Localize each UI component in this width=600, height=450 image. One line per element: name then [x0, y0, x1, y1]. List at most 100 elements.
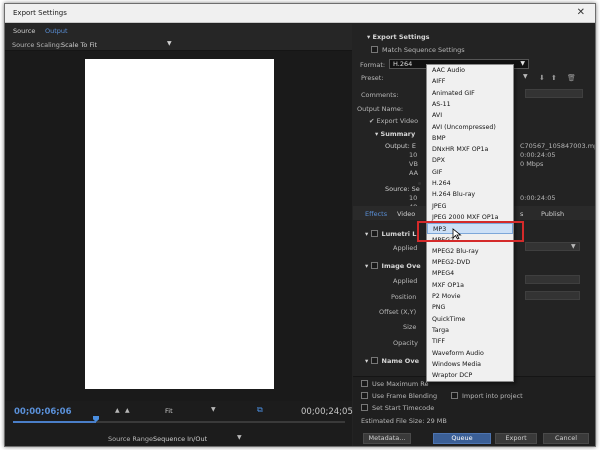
- output-name-label: Output Name:: [357, 105, 404, 113]
- image-overlay-section[interactable]: ▾ Image Ove: [365, 262, 421, 270]
- size-label: Size: [403, 323, 417, 331]
- current-timecode[interactable]: 00;00;06;06: [14, 407, 72, 417]
- menu-item[interactable]: MPEG2-DVD: [427, 257, 513, 268]
- menu-item[interactable]: MXF OP1a: [427, 280, 513, 291]
- position-select[interactable]: [525, 291, 580, 300]
- mark-in-icon[interactable]: ▲: [115, 407, 120, 414]
- checkbox-box[interactable]: [451, 392, 458, 399]
- source-output-tabs: Source Output: [5, 24, 352, 37]
- menu-item[interactable]: Waveform Audio: [427, 348, 513, 359]
- position-label: Position: [391, 293, 417, 301]
- import-preset-icon[interactable]: ⬆: [551, 74, 557, 82]
- source-scaling-row: Source Scaling: Scale To Fit ▼: [5, 37, 352, 51]
- name-overlay-section[interactable]: ▾ Name Ove: [365, 357, 419, 365]
- applied-label: Applied: [393, 244, 418, 252]
- menu-item[interactable]: Targa: [427, 325, 513, 336]
- timeline-bar: 00;00;06;06 ▲ ▲ Fit ▼ ⧉ 00;00;24;05: [5, 401, 353, 427]
- menu-item[interactable]: JPEG: [427, 201, 513, 212]
- chevron-down-icon[interactable]: ▼: [237, 434, 242, 441]
- checkbox-box[interactable]: [370, 357, 378, 364]
- checkbox-box[interactable]: [361, 392, 368, 399]
- menu-item[interactable]: TIFF: [427, 336, 513, 347]
- chevron-down-icon[interactable]: ▼: [571, 243, 576, 250]
- radio-dot-icon: [418, 182, 421, 185]
- section-title: Image Ove: [381, 262, 421, 270]
- delete-preset-icon[interactable]: 🗑: [567, 74, 576, 82]
- summary-header[interactable]: ▾ Summary: [375, 130, 415, 138]
- image-overlay-select[interactable]: [525, 275, 580, 284]
- tab-source[interactable]: Source: [13, 27, 35, 35]
- menu-item[interactable]: DPX: [427, 155, 513, 166]
- menu-item[interactable]: BMP: [427, 133, 513, 144]
- tab-publish[interactable]: Publish: [541, 210, 564, 218]
- menu-item[interactable]: H.264 Blu-ray: [427, 189, 513, 200]
- menu-item[interactable]: Windows Media: [427, 359, 513, 370]
- menu-item[interactable]: PNG: [427, 302, 513, 313]
- title-bar: Export Settings ✕: [5, 4, 595, 23]
- save-preset-icon[interactable]: ⬇: [539, 74, 545, 82]
- lumetri-section[interactable]: ▾ Lumetri L: [365, 230, 416, 238]
- import-project-checkbox[interactable]: Import into project: [451, 392, 523, 400]
- checkbox-label: Import into project: [462, 392, 523, 400]
- zoom-select[interactable]: Fit: [165, 407, 173, 415]
- chevron-down-icon[interactable]: ▼: [520, 60, 525, 68]
- menu-item[interactable]: MPEG4: [427, 268, 513, 279]
- mark-out-icon[interactable]: ▲: [125, 407, 130, 414]
- metadata-button[interactable]: Metadata...: [363, 433, 411, 444]
- source-range-row: Source Range: Sequence In/Out ▼: [5, 427, 352, 446]
- menu-item[interactable]: MPEG2 Blu-ray: [427, 246, 513, 257]
- tab-effects[interactable]: Effects: [365, 210, 387, 218]
- checkbox-box[interactable]: [361, 380, 368, 387]
- applied-label: Applied: [393, 277, 418, 285]
- summary-output-line: VB: [409, 160, 418, 168]
- menu-item[interactable]: AVI (Uncompressed): [427, 122, 513, 133]
- menu-item[interactable]: AIFF: [427, 76, 513, 87]
- menu-item[interactable]: DNxHR MXF OP1a: [427, 144, 513, 155]
- menu-item[interactable]: P2 Movie: [427, 291, 513, 302]
- menu-item[interactable]: QuickTime: [427, 314, 513, 325]
- checkbox-box[interactable]: [361, 404, 368, 411]
- preview-frame: [85, 59, 274, 389]
- export-button[interactable]: Export: [495, 433, 537, 444]
- opacity-label: Opacity: [393, 339, 419, 347]
- menu-item[interactable]: Animated GIF: [427, 88, 513, 99]
- menu-item[interactable]: AVI: [427, 110, 513, 121]
- mouse-pointer-icon: [452, 228, 462, 240]
- match-sequence-checkbox[interactable]: Match Sequence Settings: [371, 46, 465, 54]
- frame-blending-checkbox[interactable]: Use Frame Blending: [361, 392, 437, 400]
- max-render-checkbox[interactable]: Use Maximum Re: [361, 380, 429, 388]
- menu-item[interactable]: Wraptor DCP: [427, 370, 513, 381]
- menu-item[interactable]: H.264: [427, 178, 513, 189]
- cancel-button[interactable]: Cancel: [543, 433, 589, 444]
- checkbox-box[interactable]: [371, 46, 378, 53]
- summary-output-label: Output: E: [385, 142, 416, 150]
- chevron-down-icon[interactable]: ▼: [523, 73, 528, 80]
- close-icon[interactable]: ✕: [577, 7, 585, 18]
- chevron-down-icon[interactable]: ▼: [211, 406, 216, 413]
- menu-item[interactable]: AS-11: [427, 99, 513, 110]
- source-scaling-select[interactable]: Scale To Fit: [61, 41, 97, 49]
- comments-field[interactable]: [525, 89, 583, 98]
- tab-video[interactable]: Video: [397, 210, 415, 218]
- comments-label: Comments:: [361, 91, 399, 99]
- checkbox-box[interactable]: [370, 262, 378, 269]
- export-video-checkbox[interactable]: ✔ Export Video: [369, 117, 418, 125]
- queue-button[interactable]: Queue: [433, 433, 491, 444]
- summary-output-path: C70567_105847003.mp4: [520, 142, 596, 150]
- menu-item[interactable]: GIF: [427, 167, 513, 178]
- export-settings-header[interactable]: ▾ Export Settings: [367, 33, 430, 41]
- chevron-down-icon[interactable]: ▼: [167, 40, 172, 47]
- menu-item[interactable]: AAC Audio: [427, 65, 513, 76]
- summary-output-duration: 0:00:24:05: [520, 151, 556, 159]
- tab-captions[interactable]: s: [520, 210, 523, 218]
- checkbox-label: Match Sequence Settings: [382, 46, 465, 54]
- checkbox-label: Use Frame Blending: [372, 392, 438, 400]
- start-timecode-checkbox[interactable]: Set Start Timecode: [361, 404, 434, 412]
- source-range-select[interactable]: Sequence In/Out: [153, 435, 207, 443]
- aspect-ratio-icon[interactable]: ⧉: [257, 405, 263, 415]
- format-label: Format:: [360, 61, 386, 69]
- checkbox-box[interactable]: [370, 230, 378, 237]
- tab-output[interactable]: Output: [45, 27, 68, 35]
- checkbox-label: Use Maximum Re: [372, 380, 429, 388]
- estimated-file-size: Estimated File Size: 29 MB: [361, 417, 447, 425]
